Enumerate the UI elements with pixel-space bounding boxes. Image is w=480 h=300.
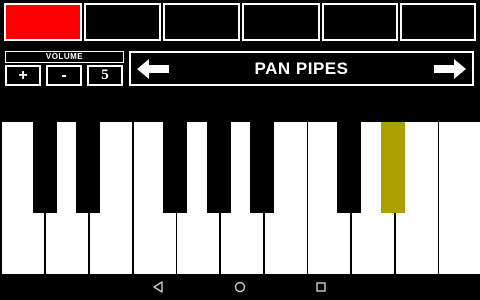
- preset-slot-5[interactable]: [322, 3, 398, 41]
- black-key[interactable]: [337, 122, 361, 213]
- preset-slot-4[interactable]: [242, 3, 320, 41]
- volume-label: VOLUME: [5, 51, 124, 63]
- white-key[interactable]: [439, 122, 480, 274]
- arrow-right-icon[interactable]: [432, 57, 468, 81]
- volume-value: 5: [87, 65, 123, 86]
- control-bar: VOLUME + - 5 PAN PIPES: [4, 49, 476, 89]
- preset-slot-2[interactable]: [84, 3, 161, 41]
- black-key[interactable]: [207, 122, 231, 213]
- recents-square-icon[interactable]: [314, 280, 328, 294]
- black-key[interactable]: [250, 122, 274, 213]
- black-key[interactable]: [163, 122, 187, 213]
- black-key-active[interactable]: [381, 122, 405, 213]
- preset-slot-6[interactable]: [400, 3, 476, 41]
- instrument-selector: PAN PIPES: [129, 51, 474, 86]
- black-key[interactable]: [76, 122, 100, 213]
- home-circle-icon[interactable]: [233, 280, 247, 294]
- preset-slot-3[interactable]: [163, 3, 240, 41]
- arrow-left-icon[interactable]: [135, 57, 171, 81]
- volume-down-button[interactable]: -: [46, 65, 82, 86]
- instrument-name: PAN PIPES: [254, 59, 349, 78]
- black-key[interactable]: [33, 122, 57, 213]
- back-triangle-icon[interactable]: [151, 280, 165, 294]
- preset-slot-1[interactable]: [4, 3, 82, 41]
- system-nav-bar: [0, 274, 480, 300]
- volume-up-button[interactable]: +: [5, 65, 41, 86]
- piano-keyboard: [0, 122, 480, 274]
- preset-bar: [4, 3, 476, 41]
